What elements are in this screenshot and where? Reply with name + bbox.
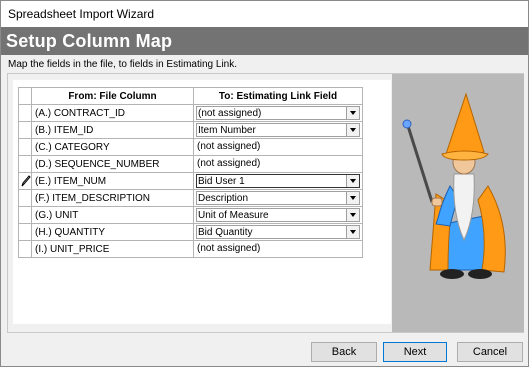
chevron-down-icon[interactable]	[346, 192, 359, 204]
grid-header-row: From: File Column To: Estimating Link Fi…	[18, 87, 363, 105]
link-field-value: Description	[198, 193, 249, 204]
link-field-cell[interactable]: Item Number	[193, 121, 363, 139]
link-field-dropdown[interactable]: Bid Quantity	[196, 225, 360, 239]
next-button[interactable]: Next	[383, 342, 447, 362]
file-column-cell: (H.) QUANTITY	[31, 223, 194, 241]
file-column-cell: (D.) SEQUENCE_NUMBER	[31, 155, 194, 173]
row-selector[interactable]	[18, 206, 32, 224]
file-column-cell: (A.) CONTRACT_ID	[31, 104, 194, 122]
row-selector[interactable]	[18, 104, 32, 122]
row-selector[interactable]	[18, 138, 32, 156]
chevron-down-icon[interactable]	[346, 226, 359, 238]
link-field-value: (not assigned)	[197, 141, 261, 152]
link-field-cell[interactable]: Description	[193, 189, 363, 207]
chevron-down-icon[interactable]	[346, 124, 359, 136]
link-field-cell[interactable]: (not assigned)	[193, 240, 363, 258]
mapping-row[interactable]: (A.) CONTRACT_ID (not assigned)	[18, 104, 363, 122]
file-column-cell: (I.) UNIT_PRICE	[31, 240, 194, 258]
header-band: Setup Column Map	[1, 27, 528, 55]
to-column-header: To: Estimating Link Field	[193, 87, 363, 105]
chevron-down-icon[interactable]	[346, 175, 359, 187]
file-column-cell: (B.) ITEM_ID	[31, 121, 194, 139]
row-selector[interactable]	[18, 155, 32, 173]
content-panel: From: File Column To: Estimating Link Fi…	[7, 73, 524, 333]
link-field-value: Bid User 1	[198, 176, 245, 187]
window-title: Spreadsheet Import Wizard	[8, 7, 155, 21]
chevron-down-icon[interactable]	[346, 107, 359, 119]
from-column-header: From: File Column	[31, 87, 194, 105]
link-field-value: (not assigned)	[197, 243, 261, 254]
row-selector[interactable]	[18, 223, 32, 241]
link-field-cell[interactable]: (not assigned)	[193, 155, 363, 173]
link-field-dropdown[interactable]: Item Number	[196, 123, 360, 137]
file-column-cell: (C.) CATEGORY	[31, 138, 194, 156]
link-field-dropdown[interactable]: (not assigned)	[196, 106, 360, 120]
link-field-dropdown[interactable]: Unit of Measure	[196, 208, 360, 222]
file-column-cell: (F.) ITEM_DESCRIPTION	[31, 189, 194, 207]
cancel-button[interactable]: Cancel	[457, 342, 523, 362]
mapping-row[interactable]: (C.) CATEGORY (not assigned)	[18, 138, 363, 156]
link-field-value: Item Number	[198, 125, 256, 136]
row-selector[interactable]	[18, 172, 32, 190]
link-field-value: Bid Quantity	[198, 227, 253, 238]
link-field-dropdown[interactable]: Bid User 1	[196, 174, 360, 188]
mapping-row[interactable]: (I.) UNIT_PRICE (not assigned)	[18, 240, 363, 258]
grid-body: (A.) CONTRACT_ID (not assigned) (B.) ITEM_…	[18, 104, 363, 258]
column-map-grid: From: File Column To: Estimating Link Fi…	[18, 87, 363, 258]
link-field-cell[interactable]: (not assigned)	[193, 138, 363, 156]
mapping-row[interactable]: (F.) ITEM_DESCRIPTION Description	[18, 189, 363, 207]
file-column-cell: (E.) ITEM_NUM	[31, 172, 194, 190]
instructions-text: Map the fields in the file, to fields in…	[8, 59, 238, 70]
link-field-value: (not assigned)	[197, 158, 261, 169]
chevron-down-icon[interactable]	[346, 209, 359, 221]
row-selector-header	[18, 87, 32, 105]
link-field-cell[interactable]: (not assigned)	[193, 104, 363, 122]
mapping-row[interactable]: (H.) QUANTITY Bid Quantity	[18, 223, 363, 241]
link-field-dropdown[interactable]: Description	[196, 191, 360, 205]
link-field-cell[interactable]: Bid Quantity	[193, 223, 363, 241]
row-selector[interactable]	[18, 240, 32, 258]
page-title: Setup Column Map	[6, 31, 173, 51]
file-column-cell: (G.) UNIT	[31, 206, 194, 224]
wizard-window: Spreadsheet Import Wizard Setup Column M…	[0, 0, 529, 367]
mapping-row[interactable]: (D.) SEQUENCE_NUMBER (not assigned)	[18, 155, 363, 173]
back-button[interactable]: Back	[311, 342, 377, 362]
row-selector[interactable]	[18, 189, 32, 207]
title-bar: Spreadsheet Import Wizard	[1, 1, 528, 27]
wizard-figure	[402, 92, 506, 279]
link-field-value: (not assigned)	[198, 108, 262, 119]
wizard-illustration	[392, 74, 524, 332]
mapping-grid-area: From: File Column To: Estimating Link Fi…	[13, 80, 391, 324]
mapping-row[interactable]: (G.) UNIT Unit of Measure	[18, 206, 363, 224]
mapping-row[interactable]: (E.) ITEM_NUM Bid User 1	[18, 172, 363, 190]
pencil-icon	[21, 175, 31, 187]
link-field-cell[interactable]: Unit of Measure	[193, 206, 363, 224]
row-selector[interactable]	[18, 121, 32, 139]
link-field-value: Unit of Measure	[198, 210, 269, 221]
link-field-cell[interactable]: Bid User 1	[193, 172, 363, 190]
mapping-row[interactable]: (B.) ITEM_ID Item Number	[18, 121, 363, 139]
